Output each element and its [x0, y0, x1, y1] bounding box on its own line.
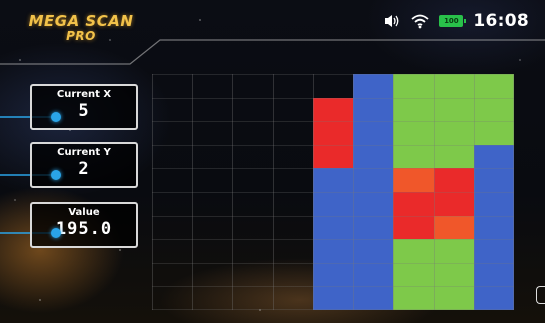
scan-cell[interactable] — [312, 215, 354, 240]
scan-cell[interactable] — [433, 286, 475, 311]
current-x-panel: Current X 5 — [30, 84, 138, 130]
scan-cell[interactable] — [353, 192, 394, 217]
grid-line-horizontal — [152, 144, 514, 146]
current-y-value: 2 — [78, 159, 90, 179]
scan-cell[interactable] — [393, 121, 435, 146]
scan-cell[interactable] — [433, 262, 475, 287]
battery-level: 100 — [444, 17, 459, 25]
scan-cell[interactable] — [353, 74, 394, 99]
scan-cell[interactable] — [312, 262, 354, 287]
value-label: Value — [68, 207, 100, 218]
scan-cell[interactable] — [353, 168, 394, 193]
scan-cell[interactable] — [473, 239, 515, 264]
scan-cell[interactable] — [393, 192, 435, 217]
device-screen: MEGA SCAN PRO 100 16:08 Current X 5 Curr… — [0, 0, 545, 323]
current-x-dot-icon — [51, 112, 61, 122]
scan-cell[interactable] — [433, 121, 475, 146]
scan-cell[interactable] — [353, 262, 394, 287]
scan-cell[interactable] — [312, 192, 354, 217]
scan-cell[interactable] — [312, 286, 354, 311]
clock: 16:08 — [473, 11, 529, 31]
current-x-value: 5 — [78, 101, 90, 121]
scan-cell[interactable] — [393, 286, 435, 311]
status-bar: 100 16:08 — [383, 10, 529, 32]
scan-cell[interactable] — [393, 144, 435, 169]
scan-cell[interactable] — [473, 97, 515, 122]
scan-cell[interactable] — [353, 121, 394, 146]
grid-line-horizontal — [152, 121, 514, 123]
scan-cell[interactable] — [353, 144, 394, 169]
volume-icon[interactable] — [383, 12, 401, 30]
logo-line2: PRO — [66, 28, 96, 43]
scan-cell[interactable] — [312, 168, 354, 193]
scan-cell[interactable] — [393, 262, 435, 287]
app-logo: MEGA SCAN PRO — [26, 12, 136, 43]
scan-cell[interactable] — [312, 239, 354, 264]
current-y-panel: Current Y 2 — [30, 142, 138, 188]
grid-line-horizontal — [152, 262, 514, 264]
grid-line-horizontal — [152, 309, 514, 310]
scan-cell[interactable] — [353, 97, 394, 122]
scan-cell[interactable] — [473, 215, 515, 240]
scan-cell[interactable] — [473, 121, 515, 146]
grid-line-horizontal — [152, 192, 514, 193]
scan-cell[interactable] — [312, 121, 354, 146]
wifi-icon[interactable] — [411, 12, 429, 30]
value-value: 195.0 — [55, 219, 113, 239]
scan-cell[interactable] — [473, 74, 515, 99]
logo-line1: MEGA SCAN — [28, 12, 134, 30]
scan-cell[interactable] — [433, 239, 475, 264]
scan-cell[interactable] — [393, 239, 435, 264]
scan-cell[interactable] — [353, 239, 394, 264]
scan-cell[interactable] — [473, 144, 515, 169]
scan-cell[interactable] — [353, 215, 394, 240]
scan-cell[interactable] — [393, 97, 435, 122]
scan-cell[interactable] — [433, 97, 475, 122]
scan-cell[interactable] — [433, 74, 475, 99]
value-panel: Value 195.0 — [30, 202, 138, 248]
value-dot-icon — [51, 228, 61, 238]
scan-cell[interactable] — [433, 192, 475, 217]
scan-cell[interactable] — [433, 215, 475, 240]
grid-line-horizontal — [152, 97, 514, 99]
scan-cell[interactable] — [393, 168, 435, 193]
grid-line-horizontal — [152, 74, 514, 75]
scan-cell[interactable] — [473, 168, 515, 193]
scan-cell[interactable] — [433, 168, 475, 193]
scan-cell[interactable] — [393, 215, 435, 240]
scan-cell[interactable] — [473, 192, 515, 217]
battery-icon: 100 — [439, 15, 467, 27]
grid-line-horizontal — [152, 239, 514, 241]
grid-line-horizontal — [152, 215, 514, 217]
scan-cell[interactable] — [473, 262, 515, 287]
scan-cell[interactable] — [473, 286, 515, 311]
scan-cell[interactable] — [312, 144, 354, 169]
grid-line-horizontal — [152, 168, 514, 170]
scan-cell[interactable] — [353, 286, 394, 311]
scan-cell[interactable] — [393, 74, 435, 99]
current-y-label: Current Y — [57, 147, 111, 158]
current-x-label: Current X — [56, 89, 112, 100]
scan-cell[interactable] — [312, 97, 354, 122]
scan-grid[interactable] — [152, 74, 515, 311]
current-y-dot-icon — [51, 170, 61, 180]
scan-cell[interactable] — [433, 144, 475, 169]
corner-bracket-icon — [536, 286, 545, 304]
grid-line-horizontal — [152, 286, 514, 288]
